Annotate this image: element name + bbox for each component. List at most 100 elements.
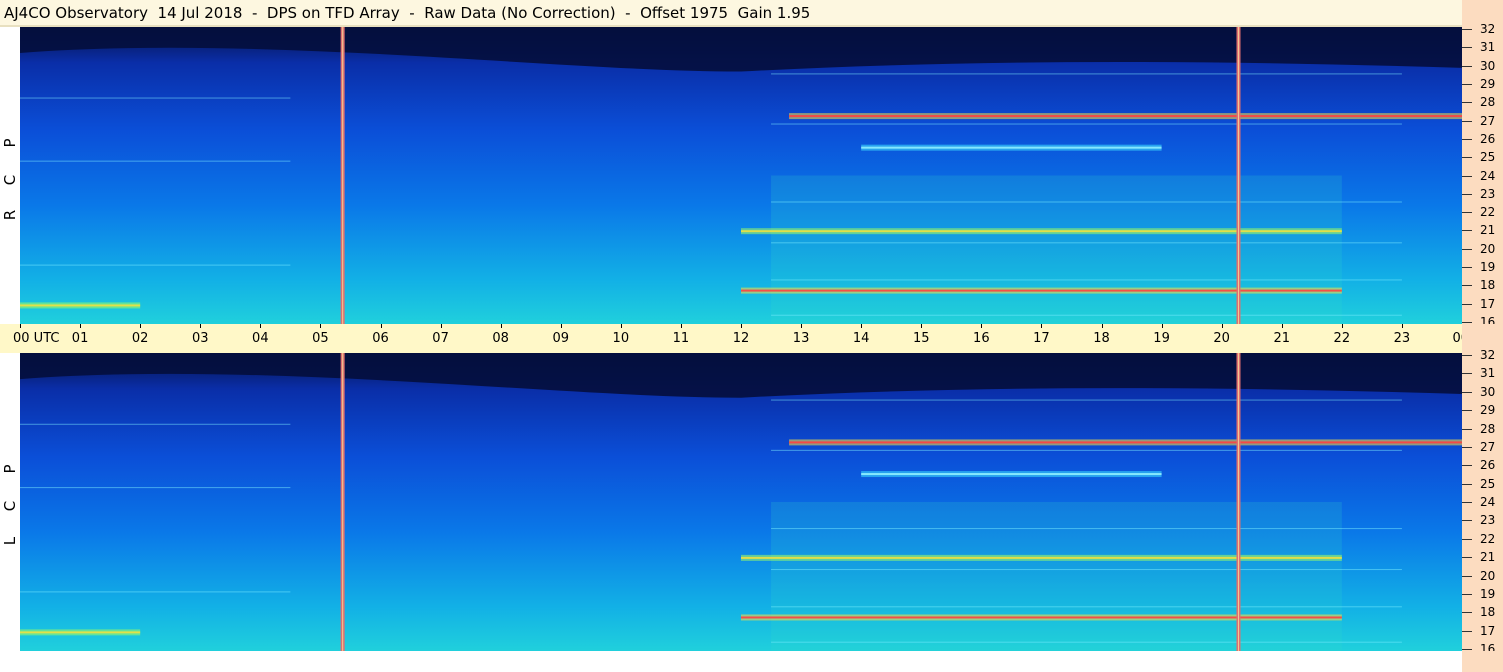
time-tick: [680, 324, 682, 328]
rcp-letter-p: P: [1, 138, 19, 148]
freq-tick: [1462, 557, 1472, 559]
time-tick: [921, 324, 923, 328]
freq-tick-label: 26: [1480, 131, 1496, 146]
time-axis: 00 UTC 01 02 03 04 05 06 07 08 09 10 11 12 13 14 15 16 17…: [0, 324, 1501, 353]
freq-tick-label: 23: [1480, 186, 1496, 201]
time-tick: [380, 324, 382, 328]
freq-tick: [1462, 465, 1472, 467]
rcp-letter-r: R: [1, 209, 19, 221]
freq-tick: [1462, 47, 1472, 49]
freq-tick-label: 32: [1480, 348, 1496, 362]
freq-axis-corner-bottom: [1462, 651, 1503, 672]
time-tick: [981, 324, 983, 328]
freq-tick: [1462, 285, 1472, 287]
time-tick-label: 02: [131, 331, 149, 346]
freq-tick-label: 22: [1480, 205, 1496, 220]
freq-tick: [1462, 230, 1472, 232]
freq-tick: [1462, 502, 1472, 503]
freq-tick: [1462, 649, 1472, 650]
lcp-freq-axis: 16 17 18 19 20 21 22 23 24 25 26 27 28 29 30 31 32: [1462, 348, 1503, 656]
time-tick: [620, 324, 622, 328]
freq-tick: [1462, 303, 1472, 305]
freq-tick-label: 19: [1480, 260, 1496, 275]
emission-band-core: [861, 473, 1162, 476]
interference-line: [20, 97, 291, 99]
freq-tick: [1462, 322, 1472, 323]
time-tick-label: 12: [732, 331, 750, 346]
freq-tick-label: 29: [1480, 76, 1496, 91]
interference-line: [20, 160, 291, 162]
time-tick-label: 08: [492, 331, 509, 346]
freq-tick: [1462, 102, 1472, 104]
freq-tick-label: 19: [1480, 586, 1496, 601]
time-tick: [20, 324, 21, 328]
time-tick: [1041, 324, 1043, 328]
freq-tick-label: 30: [1480, 58, 1496, 73]
freq-tick-label: 22: [1480, 531, 1496, 546]
freq-tick-label: 31: [1480, 366, 1496, 381]
emission-band-core: [789, 115, 1462, 118]
interference-line: [20, 423, 291, 425]
emission-band-core: [20, 304, 141, 307]
freq-tick-label: 30: [1480, 384, 1496, 399]
rcp-label: R C P: [0, 27, 20, 324]
interference-line: [771, 449, 1402, 451]
interference-line: [20, 264, 291, 266]
time-tick: [1341, 324, 1343, 328]
freq-tick: [1462, 520, 1472, 522]
freq-tick: [1462, 267, 1472, 269]
time-marker-core: [342, 353, 344, 651]
interference-line: [771, 641, 1402, 643]
interference-line: [20, 591, 291, 593]
time-tick: [440, 324, 442, 328]
freq-tick: [1462, 212, 1472, 214]
freq-tick-label: 18: [1480, 605, 1496, 620]
freq-tick: [1462, 29, 1472, 30]
interference-line: [771, 314, 1402, 316]
emission-band-core: [861, 146, 1162, 149]
time-tick-label: 18: [1093, 331, 1110, 346]
emission-band-core: [741, 230, 1342, 233]
freq-tick: [1462, 65, 1472, 67]
rcp-freq-axis: 16 17 18 19 20 21 22 23 24 25 26 27 28 29 30 31 32: [1462, 22, 1503, 329]
freq-tick-label: 25: [1480, 476, 1496, 491]
emission-band-core: [789, 441, 1462, 444]
time-tick-label: 23: [1393, 331, 1411, 346]
interference-line: [771, 606, 1402, 608]
freq-tick: [1462, 138, 1472, 140]
time-tick-label: 17: [1033, 331, 1050, 346]
freq-tick: [1462, 446, 1472, 448]
lcp-spectrogram: [20, 353, 1462, 651]
rcp-spectrogram: [20, 27, 1462, 324]
time-tick-label: 01: [71, 331, 89, 346]
time-marker-core: [1237, 353, 1239, 651]
rcp-letter-c: C: [1, 174, 19, 186]
freq-tick-label: 28: [1480, 95, 1496, 110]
time-tick: [140, 324, 142, 328]
freq-tick-label: 24: [1480, 168, 1496, 183]
time-marker-core: [342, 27, 344, 324]
freq-tick: [1462, 612, 1472, 614]
freq-tick-label: 18: [1480, 278, 1496, 293]
time-tick-label: 11: [672, 331, 690, 346]
time-tick: [1401, 324, 1403, 328]
time-tick: [200, 324, 202, 328]
interference-line: [771, 528, 1402, 530]
freq-tick: [1462, 120, 1472, 122]
interference-line: [771, 569, 1402, 571]
time-tick: [260, 324, 262, 328]
time-tick-label: 13: [792, 331, 810, 346]
freq-tick-label: 17: [1480, 296, 1496, 311]
freq-tick: [1462, 391, 1472, 393]
time-marker-core: [1237, 27, 1239, 324]
time-tick-label: 03: [191, 331, 209, 346]
freq-tick-label: 25: [1480, 150, 1496, 165]
interference-line: [771, 399, 1402, 401]
time-tick: [861, 324, 863, 328]
freq-tick: [1462, 428, 1472, 430]
bottom-strip: [0, 651, 1462, 672]
emission-band-core: [20, 631, 141, 634]
freq-tick: [1462, 483, 1472, 485]
lcp-label: L C P: [0, 353, 20, 651]
lcp-letter-l: L: [1, 536, 19, 546]
